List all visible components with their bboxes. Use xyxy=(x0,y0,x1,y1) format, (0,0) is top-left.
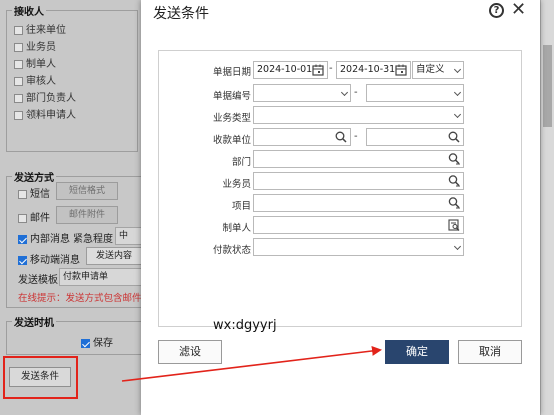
send-method-title: 发送方式 xyxy=(12,169,56,184)
chevron-down-icon xyxy=(340,88,349,97)
receiver-item-dept-head[interactable]: 部门负责人 xyxy=(14,89,76,104)
annotation-highlight-box xyxy=(3,356,78,399)
date-mode-select[interactable]: 自定义 xyxy=(412,61,464,79)
template-select[interactable]: 付款申请单 xyxy=(59,268,143,286)
cancel-button[interactable]: 取消 xyxy=(458,340,522,364)
date-to-input[interactable]: 2024-10-31 xyxy=(336,61,411,79)
receiver-item-partner[interactable]: 往来单位 xyxy=(14,21,66,36)
creator-label: 制单人 xyxy=(222,223,251,234)
save-option[interactable]: 保存 xyxy=(81,334,113,349)
checkbox[interactable] xyxy=(14,110,23,120)
checkbox-checked[interactable] xyxy=(18,255,27,265)
chevron-down-icon xyxy=(453,88,462,97)
checkbox[interactable] xyxy=(14,93,23,103)
calendar-icon[interactable] xyxy=(311,63,325,77)
doc-date-label: 单据日期 xyxy=(212,67,251,78)
mobile-message-option[interactable]: 移动端消息 xyxy=(18,251,80,266)
condition-panel: 单据日期 2024-10-01 - 2024-10-31 自定义 单据编号 - … xyxy=(158,50,522,327)
dept-input[interactable] xyxy=(253,150,464,168)
dept-label: 部门 xyxy=(231,157,251,168)
payee-to-input[interactable] xyxy=(366,128,464,146)
doc-no-separator: - xyxy=(354,87,358,98)
email-option[interactable]: 邮件 xyxy=(18,209,50,224)
list-search-icon[interactable] xyxy=(447,218,461,232)
biz-type-label: 业务类型 xyxy=(212,113,251,124)
sms-format-button[interactable]: 短信格式 xyxy=(56,182,118,200)
watermark-text: wx:dgyyrj xyxy=(213,318,277,333)
biz-type-select[interactable] xyxy=(253,106,464,124)
template-label: 发送模板 xyxy=(18,275,58,286)
creator-input[interactable] xyxy=(253,216,464,234)
chevron-down-icon xyxy=(453,110,462,119)
pay-status-label: 付款状态 xyxy=(212,245,251,256)
internal-message-option[interactable]: 内部消息 紧急程度 xyxy=(18,230,113,245)
checkbox[interactable] xyxy=(14,25,23,35)
receiver-item-salesman[interactable]: 业务员 xyxy=(14,38,56,53)
scrollbar-thumb[interactable] xyxy=(543,45,552,127)
checkbox[interactable] xyxy=(18,213,27,223)
date-separator: - xyxy=(329,63,333,74)
checkbox[interactable] xyxy=(14,76,23,86)
project-input[interactable] xyxy=(253,194,464,212)
search-icon[interactable] xyxy=(334,130,348,144)
receiver-item-creator[interactable]: 制单人 xyxy=(14,55,56,70)
chevron-down-icon xyxy=(453,242,462,251)
salesman-label: 业务员 xyxy=(222,179,251,190)
project-label: 项目 xyxy=(231,201,251,212)
doc-no-from-select[interactable] xyxy=(253,84,351,102)
search-icon[interactable] xyxy=(447,130,461,144)
payee-separator: - xyxy=(354,131,358,142)
receiver-item-reviewer[interactable]: 审核人 xyxy=(14,72,56,87)
online-hint: 在线提示：发送方式包含邮件 xyxy=(18,293,142,304)
chevron-down-icon xyxy=(453,65,462,74)
dialog-title: 发送条件 xyxy=(153,6,209,22)
calendar-icon[interactable] xyxy=(394,63,408,77)
user-search-icon[interactable] xyxy=(447,196,461,210)
checkbox-checked[interactable] xyxy=(81,338,90,348)
salesman-input[interactable] xyxy=(253,172,464,190)
payee-label: 收款单位 xyxy=(212,135,251,146)
close-icon[interactable]: ✕ xyxy=(511,0,526,20)
email-attachment-button[interactable]: 邮件附件 xyxy=(56,206,118,224)
send-content-button[interactable]: 发送内容 xyxy=(86,247,142,265)
user-search-icon[interactable] xyxy=(447,152,461,166)
date-from-input[interactable]: 2024-10-01 xyxy=(253,61,328,79)
receiver-item-requester[interactable]: 领料申请人 xyxy=(14,106,76,121)
payee-from-input[interactable] xyxy=(253,128,351,146)
checkbox[interactable] xyxy=(14,42,23,52)
checkbox-checked[interactable] xyxy=(18,234,27,244)
doc-no-label: 单据编号 xyxy=(212,91,251,102)
checkbox[interactable] xyxy=(18,189,27,199)
pay-status-select[interactable] xyxy=(253,238,464,256)
send-condition-dialog: 发送条件 ? ✕ 单据日期 2024-10-01 - 2024-10-31 自定… xyxy=(141,0,540,415)
user-search-icon[interactable] xyxy=(447,174,461,188)
help-icon[interactable]: ? xyxy=(489,3,504,18)
scrollbar[interactable] xyxy=(540,0,554,415)
receivers-title: 接收人 xyxy=(12,3,46,18)
sms-option[interactable]: 短信 xyxy=(18,185,50,200)
send-time-title: 发送时机 xyxy=(12,314,56,329)
filter-settings-button[interactable]: 滤设 xyxy=(158,340,222,364)
confirm-button[interactable]: 确定 xyxy=(385,340,449,364)
checkbox[interactable] xyxy=(14,59,23,69)
doc-no-to-select[interactable] xyxy=(366,84,464,102)
